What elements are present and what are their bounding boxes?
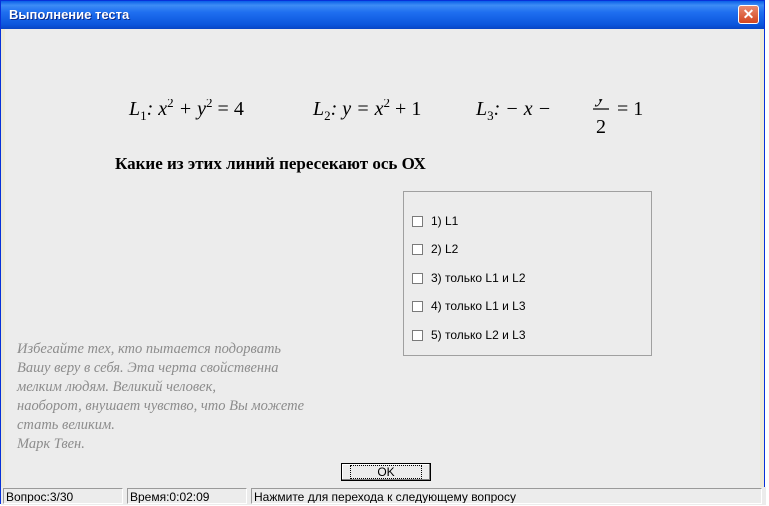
answer-label: 3) только L1 и L2 [431,271,526,285]
formula-l1: L1: x2 + y2 = 4 [128,99,244,123]
test-window: Выполнение теста ✕ L1: x2 + y2 = 4 L2: y… [0,0,766,505]
checkbox[interactable] [412,272,423,284]
answer-option-2[interactable]: 2) L2 [412,240,458,258]
window-title: Выполнение теста [9,7,130,22]
quote-line: мелким людям. Великий человек, [17,379,216,395]
answer-option-3[interactable]: 3) только L1 и L2 [412,269,526,287]
formula-l3: L3: − x − [475,99,551,123]
formula-l2: L2: y = x2 + 1 [312,99,421,123]
answers-group: 1) L1 2) L2 3) только L1 и L2 4) только … [403,191,652,356]
answer-label: 4) только L1 и L3 [431,299,526,313]
status-hint: Нажмите для перехода к следующему вопрос… [251,488,762,504]
checkbox[interactable] [412,329,423,341]
question-text: Какие из этих линий пересекают ось ОХ [115,154,426,173]
quote-author: Марк Твен. [17,436,85,452]
quote-line: стать великим. [17,417,115,433]
formula-l3-denominator: 2 [596,116,606,138]
formula-l3-tail: = 1 [617,99,643,120]
quote-line: наоборот, внушает чувство, что Вы можете [17,398,305,414]
title-bar: Выполнение теста ✕ [1,1,764,29]
motivational-quote: Избегайте тех, кто пытается подорвать Ва… [17,340,437,454]
ok-button-label: OK [350,465,422,479]
ok-button[interactable]: OK [341,463,431,481]
status-question-counter: Вопрос:3/30 [3,488,123,504]
answer-option-4[interactable]: 4) только L1 и L3 [412,297,526,315]
formula-image: L1: x2 + y2 = 4 L2: y = x2 + 1 L3: − x −… [128,99,643,138]
checkbox[interactable] [412,300,423,312]
status-timer: Время:0:02:09 [127,488,247,504]
checkbox[interactable] [412,215,423,227]
close-button[interactable]: ✕ [738,5,759,24]
quote-line: Избегайте тех, кто пытается подорвать [17,341,282,357]
quote-line: Вашу веру в себя. Эта черта свойственна [17,360,279,376]
client-area: L1: x2 + y2 = 4 L2: y = x2 + 1 L3: − x −… [5,29,760,487]
answer-label: 1) L1 [431,214,459,228]
formula-l3-numerator: y [595,99,606,107]
answer-label: 5) только L2 и L3 [431,328,526,342]
answer-option-1[interactable]: 1) L1 [412,212,458,230]
checkbox[interactable] [412,243,423,255]
answer-label: 2) L2 [431,242,459,256]
status-bar: Вопрос:3/30 Время:0:02:09 Нажмите для пе… [1,487,766,505]
